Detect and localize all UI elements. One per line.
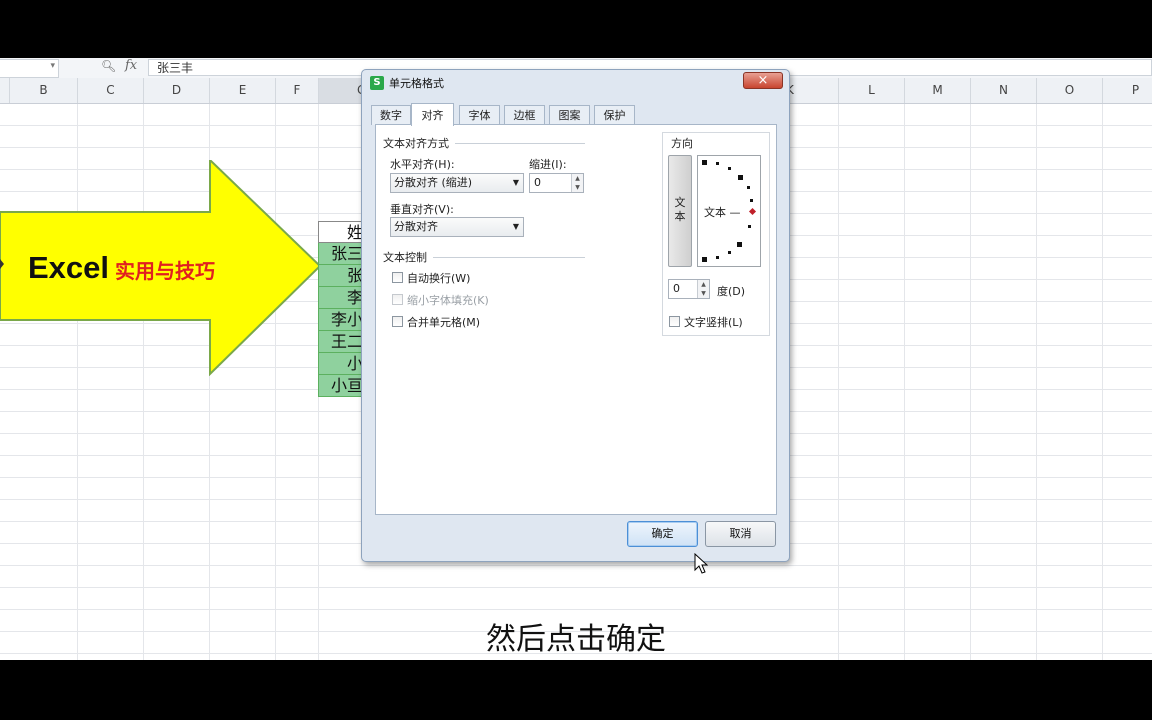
- dialog-title: 单元格格式: [389, 77, 444, 90]
- format-cells-dialog: S 单元格格式 × 数字 对齐 字体 边框 图案 保护 文本对齐方式 水平对齐(…: [361, 69, 790, 562]
- chevron-down-icon[interactable]: ▾: [50, 61, 55, 71]
- degree-label: 度(D): [717, 285, 746, 298]
- name-box[interactable]: ▾: [0, 59, 59, 78]
- banner-subtitle: 实用与技巧: [115, 261, 216, 283]
- spreadsheet-screen: ▾ 🔍︎ fx 张三丰 B C D E F G K L M N O P Exce…: [0, 58, 1152, 660]
- vertical-stack-label[interactable]: 文字竖排(L): [684, 314, 743, 330]
- tab-number[interactable]: 数字: [371, 105, 411, 125]
- horizontal-align-label: 水平对齐(H):: [390, 158, 455, 171]
- vertical-align-select[interactable]: 分散对齐 ▼: [390, 217, 524, 237]
- horizontal-align-value: 分散对齐 (缩进): [394, 176, 473, 189]
- dial-handle-icon[interactable]: [748, 207, 757, 216]
- tab-alignment[interactable]: 对齐: [411, 103, 454, 126]
- dial-dot: [728, 167, 731, 170]
- close-button[interactable]: ×: [743, 72, 783, 89]
- fx-icon[interactable]: fx: [125, 58, 137, 73]
- dial-dot: [748, 225, 751, 228]
- app-logo-icon: S: [370, 76, 384, 90]
- column-header-c[interactable]: C: [78, 78, 144, 103]
- dial-text: 文本 —: [704, 206, 741, 219]
- indent-stepper[interactable]: 0 ▲ ▼: [529, 173, 584, 193]
- dial-dot: [728, 251, 731, 254]
- wrap-text-label[interactable]: 自动换行(W): [407, 270, 470, 286]
- mouse-pointer-icon: [694, 553, 708, 574]
- text-align-group-label: 文本对齐方式: [383, 137, 449, 150]
- tab-font[interactable]: 字体: [459, 105, 500, 125]
- merge-cells-label[interactable]: 合并单元格(M): [407, 314, 480, 330]
- tab-pattern[interactable]: 图案: [549, 105, 590, 125]
- tab-protection[interactable]: 保护: [594, 105, 635, 125]
- dial-dot: [702, 160, 707, 165]
- table-header-cell[interactable]: 姓: [318, 221, 366, 243]
- dial-dot: [716, 162, 719, 165]
- dial-dot: [737, 242, 742, 247]
- zoom-icon[interactable]: 🔍︎: [101, 59, 116, 73]
- column-header-m[interactable]: M: [905, 78, 971, 103]
- dial-dot: [747, 186, 750, 189]
- column-header-l[interactable]: L: [839, 78, 905, 103]
- vertical-stack-checkbox[interactable]: [669, 316, 680, 327]
- degree-value: 0: [673, 282, 680, 295]
- table-row[interactable]: 张: [318, 265, 366, 287]
- dial-dot: [702, 257, 707, 262]
- text-control-group-label: 文本控制: [383, 251, 427, 264]
- column-header-e[interactable]: E: [210, 78, 276, 103]
- table-row[interactable]: 李: [318, 287, 366, 309]
- divider: [433, 257, 585, 258]
- vertical-text-button[interactable]: 文本: [668, 155, 692, 267]
- divider: [455, 143, 585, 144]
- dialog-titlebar[interactable]: S 单元格格式 ×: [362, 70, 789, 94]
- column-header-o[interactable]: O: [1037, 78, 1103, 103]
- merge-cells-checkbox[interactable]: [392, 316, 403, 327]
- dial-dot: [738, 175, 743, 180]
- chevron-down-icon: ▼: [512, 222, 519, 231]
- dial-dot: [716, 256, 719, 259]
- vertical-align-label: 垂直对齐(V):: [390, 203, 454, 216]
- column-header-f[interactable]: F: [276, 78, 319, 103]
- chevron-down-icon: ▼: [512, 178, 519, 187]
- table-row[interactable]: 张三: [318, 243, 366, 265]
- shrink-to-fit-label: 缩小字体填充(K): [407, 294, 489, 307]
- column-header-d[interactable]: D: [144, 78, 210, 103]
- column-header-b[interactable]: B: [10, 78, 78, 103]
- vertical-align-value: 分散对齐: [394, 220, 438, 233]
- letterbox-top: [0, 0, 1152, 58]
- orientation-dial[interactable]: 文本 —: [697, 155, 761, 267]
- dial-dot: [750, 199, 753, 202]
- table-row[interactable]: 李小: [318, 309, 366, 331]
- table-row[interactable]: 小亘: [318, 375, 366, 397]
- table-row[interactable]: 王二: [318, 331, 366, 353]
- column-header-p[interactable]: P: [1103, 78, 1152, 103]
- spin-arrows-icon[interactable]: ▲ ▼: [697, 280, 709, 298]
- vertical-text-label: 文本: [674, 196, 686, 223]
- letterbox-bottom: [0, 660, 1152, 720]
- indent-value: 0: [534, 176, 541, 189]
- names-table: 姓 张三 张 李 李小 王二 小 小亘: [318, 221, 366, 397]
- column-header-a[interactable]: [0, 78, 10, 103]
- tab-border[interactable]: 边框: [504, 105, 545, 125]
- cancel-button[interactable]: 取消: [705, 521, 776, 547]
- banner-title: Excel: [28, 250, 110, 285]
- video-subtitle: 然后点击确定: [486, 622, 666, 657]
- horizontal-align-select[interactable]: 分散对齐 (缩进) ▼: [390, 173, 524, 193]
- ok-button[interactable]: 确定: [627, 521, 698, 547]
- degree-stepper[interactable]: 0 ▲ ▼: [668, 279, 710, 299]
- wrap-text-checkbox[interactable]: [392, 272, 403, 283]
- column-header-n[interactable]: N: [971, 78, 1037, 103]
- shrink-to-fit-checkbox: [392, 294, 403, 305]
- spin-arrows-icon[interactable]: ▲ ▼: [571, 174, 583, 192]
- table-row[interactable]: 小: [318, 353, 366, 375]
- indent-label: 缩进(I):: [529, 158, 567, 171]
- banner-text: Excel 实用与技巧: [28, 250, 215, 286]
